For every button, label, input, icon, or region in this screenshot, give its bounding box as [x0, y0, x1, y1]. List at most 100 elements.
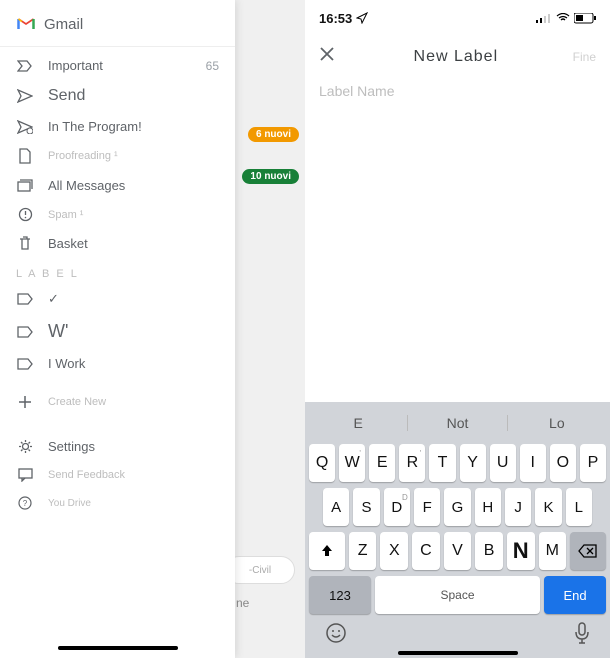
spam-icon — [16, 207, 34, 222]
key-r[interactable]: R' — [399, 444, 425, 482]
gear-icon — [16, 439, 34, 454]
close-button[interactable] — [319, 46, 339, 67]
key-enter[interactable]: End — [544, 576, 606, 614]
nav-label: Create New — [48, 396, 219, 408]
key-y[interactable]: Y — [460, 444, 486, 482]
suggestion[interactable]: Lo — [508, 415, 606, 431]
help-icon: ? — [16, 496, 34, 510]
label-name-input[interactable] — [305, 77, 610, 105]
trash-icon — [16, 236, 34, 251]
nav-label: Settings — [48, 439, 219, 454]
key-b[interactable]: B — [475, 532, 503, 570]
key-j[interactable]: J — [505, 488, 531, 526]
emoji-button[interactable] — [325, 622, 347, 650]
suggestion-row: E Not Lo — [309, 408, 606, 438]
nav-list: Important 65 Send In The Program! Pr — [0, 47, 235, 658]
file-icon — [16, 148, 34, 164]
nav-proofreading[interactable]: Proofreading ¹ — [0, 141, 235, 171]
key-q[interactable]: Q — [309, 444, 335, 482]
background-text: ne — [236, 596, 249, 610]
svg-text:?: ? — [23, 499, 28, 508]
nav-label-w[interactable]: W' — [0, 314, 235, 349]
mic-icon — [574, 622, 590, 644]
nav-basket[interactable]: Basket — [0, 229, 235, 258]
label-icon — [16, 358, 34, 370]
signal-icon — [536, 13, 552, 23]
nav-important[interactable]: Important 65 — [0, 51, 235, 80]
shift-icon — [320, 544, 334, 558]
nav-settings[interactable]: Settings — [0, 432, 235, 461]
key-row-3: Z X C V B N M — [309, 532, 606, 570]
key-d[interactable]: DD — [384, 488, 410, 526]
keyboard-bottom — [309, 614, 606, 650]
key-e[interactable]: E — [369, 444, 395, 482]
modal-title: New Label — [339, 48, 573, 66]
key-w[interactable]: W' — [339, 444, 365, 482]
key-symbols[interactable]: 123 — [309, 576, 371, 614]
label-icon — [16, 326, 34, 338]
close-icon — [319, 46, 335, 62]
nav-label: All Messages — [48, 178, 219, 193]
scheduled-icon — [16, 120, 34, 134]
key-s[interactable]: S — [353, 488, 379, 526]
wifi-icon — [556, 13, 570, 23]
key-backspace[interactable] — [570, 532, 606, 570]
key-v[interactable]: V — [444, 532, 472, 570]
important-icon — [16, 60, 34, 72]
key-space[interactable]: Space — [375, 576, 540, 614]
done-button[interactable]: Fine — [573, 50, 596, 64]
key-z[interactable]: Z — [349, 532, 377, 570]
key-t[interactable]: T — [429, 444, 455, 482]
nav-feedback[interactable]: Send Feedback — [0, 461, 235, 489]
nav-label-work[interactable]: I Work — [0, 349, 235, 378]
key-row-4: 123 Space End — [309, 576, 606, 614]
key-row-1: Q W' E R' T Y U I O P — [309, 444, 606, 482]
key-h[interactable]: H — [475, 488, 501, 526]
nav-label: Send Feedback — [48, 469, 219, 481]
label-icon — [16, 293, 34, 305]
nav-drive[interactable]: ? You Drive — [0, 489, 235, 517]
nav-create-label[interactable]: Create New — [0, 388, 235, 416]
nav-send[interactable]: Send — [0, 80, 235, 112]
key-row-2: A S DD F G H J K L — [309, 488, 606, 526]
key-p[interactable]: P — [580, 444, 606, 482]
key-a[interactable]: A — [323, 488, 349, 526]
nav-allmessages[interactable]: All Messages — [0, 171, 235, 200]
feedback-icon — [16, 468, 34, 482]
keyboard: E Not Lo Q W' E R' T Y U I O P A S DD F … — [305, 402, 610, 658]
key-c[interactable]: C — [412, 532, 440, 570]
section-label: L A B E L — [0, 258, 235, 284]
home-indicator[interactable] — [58, 646, 178, 650]
status-time: 16:53 — [319, 11, 352, 26]
location-icon — [356, 12, 368, 24]
key-g[interactable]: G — [444, 488, 470, 526]
nav-label: Basket — [48, 236, 219, 251]
key-shift[interactable] — [309, 532, 345, 570]
battery-icon — [574, 13, 596, 24]
right-screen: 16:53 New Label Fine E Not Lo Q W' E R' … — [305, 0, 610, 658]
left-screen: 6 nuovi 10 nuovi -Civil ne Gmail Importa… — [0, 0, 305, 658]
home-indicator[interactable] — [398, 651, 518, 655]
mic-button[interactable] — [574, 622, 590, 650]
key-x[interactable]: X — [380, 532, 408, 570]
nav-spam[interactable]: Spam ¹ — [0, 200, 235, 229]
nav-label: I Work — [48, 356, 219, 371]
key-l[interactable]: L — [566, 488, 592, 526]
key-i[interactable]: I — [520, 444, 546, 482]
nav-inprogram[interactable]: In The Program! — [0, 112, 235, 141]
nav-label-check[interactable]: ✓ — [0, 284, 235, 314]
suggestion[interactable]: Not — [408, 415, 507, 431]
key-u[interactable]: U — [490, 444, 516, 482]
new-label-header: New Label Fine — [305, 32, 610, 77]
key-o[interactable]: O — [550, 444, 576, 482]
nav-label: W' — [48, 321, 219, 342]
key-n[interactable]: N — [507, 532, 535, 570]
key-f[interactable]: F — [414, 488, 440, 526]
key-k[interactable]: K — [535, 488, 561, 526]
key-m[interactable]: M — [539, 532, 567, 570]
nav-label: ✓ — [48, 291, 219, 307]
background-pill: -Civil — [225, 556, 295, 584]
send-icon — [16, 89, 34, 103]
emoji-icon — [325, 622, 347, 644]
suggestion[interactable]: E — [309, 415, 408, 431]
